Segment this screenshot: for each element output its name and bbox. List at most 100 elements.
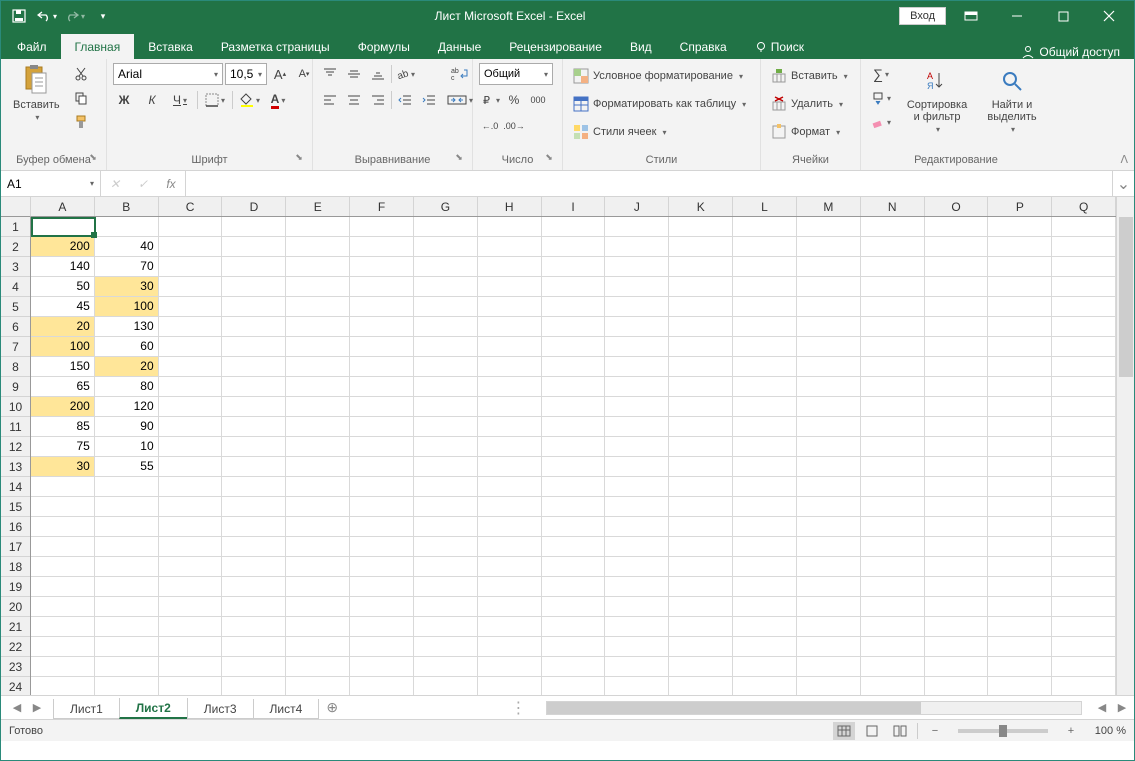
cell[interactable] xyxy=(159,397,223,417)
cell[interactable] xyxy=(95,517,159,537)
orientation-icon[interactable]: ab▾ xyxy=(394,63,416,85)
cell[interactable] xyxy=(861,597,925,617)
row-header[interactable]: 24 xyxy=(1,677,30,695)
cell[interactable] xyxy=(159,597,223,617)
cell[interactable] xyxy=(861,237,925,257)
cell[interactable] xyxy=(605,517,669,537)
cell[interactable] xyxy=(286,397,350,417)
cell[interactable] xyxy=(542,257,606,277)
cell[interactable] xyxy=(286,457,350,477)
format-cells-button[interactable]: Формат▾ xyxy=(767,119,852,145)
cell[interactable] xyxy=(1052,657,1116,677)
cell[interactable] xyxy=(605,597,669,617)
cell[interactable] xyxy=(988,477,1052,497)
cell[interactable] xyxy=(414,317,478,337)
zoom-slider[interactable] xyxy=(958,729,1048,733)
cell[interactable] xyxy=(861,357,925,377)
cell[interactable] xyxy=(478,477,542,497)
save-icon[interactable] xyxy=(7,4,31,28)
cell[interactable] xyxy=(1052,297,1116,317)
cell[interactable] xyxy=(925,637,989,657)
cell[interactable] xyxy=(414,617,478,637)
cell[interactable] xyxy=(1052,277,1116,297)
cell[interactable] xyxy=(797,597,861,617)
cell[interactable] xyxy=(988,557,1052,577)
align-top-icon[interactable] xyxy=(319,63,341,85)
cells-area[interactable]: 2004014070503045100201301006015020658020… xyxy=(31,217,1116,695)
column-header[interactable]: F xyxy=(350,197,414,216)
column-header[interactable]: A xyxy=(31,197,95,216)
cell[interactable] xyxy=(222,497,286,517)
find-select-button[interactable]: Найти и выделить▾ xyxy=(979,63,1045,136)
row-header[interactable]: 21 xyxy=(1,617,30,637)
percent-icon[interactable]: % xyxy=(503,89,525,111)
cell[interactable] xyxy=(222,417,286,437)
qat-customize-icon[interactable]: ▾ xyxy=(91,4,115,28)
cell[interactable] xyxy=(478,557,542,577)
page-layout-view-icon[interactable] xyxy=(861,722,883,740)
cell[interactable] xyxy=(669,397,733,417)
cell[interactable] xyxy=(605,417,669,437)
cell[interactable] xyxy=(733,317,797,337)
cell[interactable] xyxy=(542,577,606,597)
align-left-icon[interactable] xyxy=(319,89,341,111)
cell[interactable] xyxy=(605,477,669,497)
sheet-tab[interactable]: Лист2 xyxy=(119,698,188,719)
cell[interactable] xyxy=(669,457,733,477)
redo-icon[interactable]: ▾ xyxy=(63,4,87,28)
cell[interactable] xyxy=(222,517,286,537)
cell[interactable] xyxy=(1052,357,1116,377)
cancel-formula-icon[interactable]: ✕ xyxy=(101,177,129,191)
tab-file[interactable]: Файл xyxy=(3,34,61,59)
cell[interactable] xyxy=(797,517,861,537)
zoom-in-icon[interactable]: + xyxy=(1060,722,1082,740)
fx-icon[interactable]: fx xyxy=(157,177,185,191)
horizontal-scrollbar[interactable] xyxy=(546,701,1082,715)
cell[interactable] xyxy=(733,437,797,457)
zoom-out-icon[interactable]: − xyxy=(924,722,946,740)
cell[interactable] xyxy=(542,477,606,497)
cell[interactable]: 10 xyxy=(95,437,159,457)
cell[interactable] xyxy=(925,357,989,377)
fill-color-icon[interactable]: ▾ xyxy=(239,89,261,111)
cell[interactable] xyxy=(286,517,350,537)
cell[interactable] xyxy=(861,497,925,517)
cell[interactable] xyxy=(350,517,414,537)
cell[interactable] xyxy=(350,657,414,677)
cell[interactable] xyxy=(861,337,925,357)
cell[interactable] xyxy=(733,277,797,297)
decrease-decimal-icon[interactable]: .00→ xyxy=(503,115,525,137)
cell[interactable] xyxy=(222,637,286,657)
dialog-launcher-icon[interactable]: ⬊ xyxy=(86,152,100,166)
cell[interactable] xyxy=(478,657,542,677)
cell[interactable] xyxy=(159,557,223,577)
row-header[interactable]: 6 xyxy=(1,317,30,337)
cell[interactable] xyxy=(414,377,478,397)
cell[interactable] xyxy=(669,597,733,617)
cell[interactable] xyxy=(861,537,925,557)
decrease-font-icon[interactable]: A▾ xyxy=(293,63,315,85)
cell[interactable] xyxy=(861,477,925,497)
cell[interactable] xyxy=(222,257,286,277)
cell[interactable]: 20 xyxy=(95,357,159,377)
cell[interactable] xyxy=(797,557,861,577)
cell[interactable] xyxy=(222,677,286,695)
cell[interactable] xyxy=(861,257,925,277)
sheet-nav-prev-icon[interactable]: ◀ xyxy=(9,701,25,714)
cell[interactable] xyxy=(988,497,1052,517)
cell[interactable] xyxy=(988,437,1052,457)
cell[interactable] xyxy=(414,237,478,257)
cell[interactable] xyxy=(159,577,223,597)
cell[interactable] xyxy=(797,357,861,377)
fill-down-icon[interactable]: ▾ xyxy=(867,87,895,109)
cell[interactable] xyxy=(478,257,542,277)
row-header[interactable]: 13 xyxy=(1,457,30,477)
cell[interactable] xyxy=(605,457,669,477)
cell[interactable] xyxy=(797,277,861,297)
cell[interactable] xyxy=(350,377,414,397)
cell[interactable] xyxy=(669,497,733,517)
cell[interactable] xyxy=(605,237,669,257)
cell[interactable] xyxy=(478,397,542,417)
autosum-icon[interactable]: ∑▾ xyxy=(867,63,895,85)
cell[interactable] xyxy=(350,557,414,577)
